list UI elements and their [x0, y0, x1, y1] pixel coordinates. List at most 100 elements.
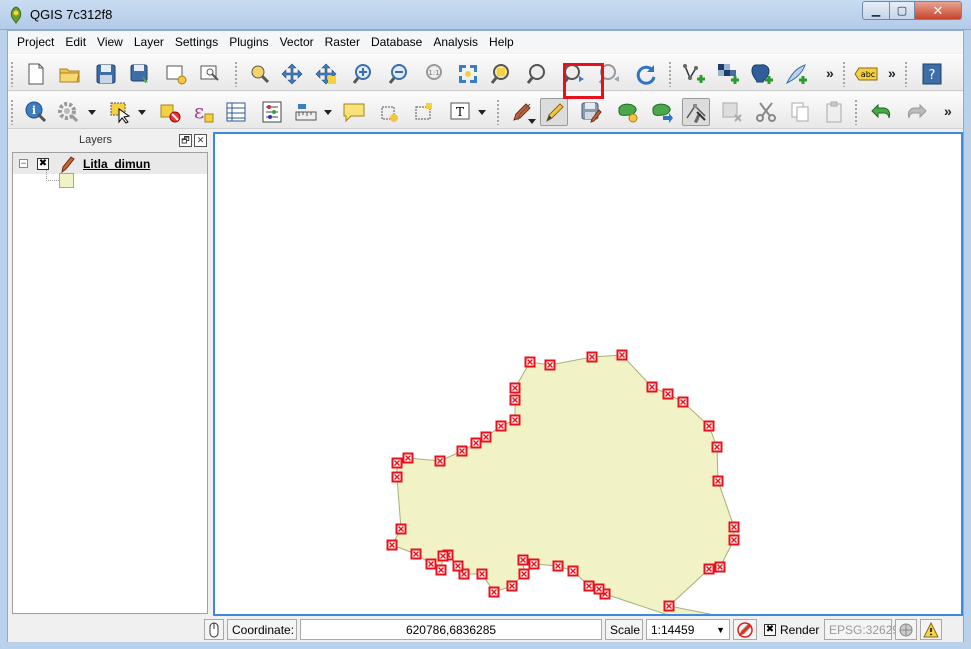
- open-attribute-table-button[interactable]: [222, 98, 250, 126]
- zoom-full-button[interactable]: [454, 60, 482, 88]
- toolbar-more-button[interactable]: »: [888, 65, 896, 81]
- zoom-last-button[interactable]: [560, 60, 588, 88]
- menu-view[interactable]: View: [92, 35, 128, 49]
- select-by-expression-button[interactable]: ε: [188, 98, 216, 126]
- vertex-marker[interactable]: [480, 431, 492, 443]
- minimize-button[interactable]: ▁: [862, 1, 890, 20]
- vertex-marker[interactable]: [593, 583, 605, 595]
- vertex-marker[interactable]: [544, 359, 556, 371]
- toolbar-grip[interactable]: [668, 61, 672, 87]
- menu-edit[interactable]: Edit: [60, 35, 91, 49]
- add-vector-layer-button[interactable]: [680, 60, 708, 88]
- vertex-marker[interactable]: [434, 455, 446, 467]
- menu-layer[interactable]: Layer: [129, 35, 169, 49]
- toolbar-grip[interactable]: [10, 99, 14, 125]
- coordinate-field[interactable]: 620786,6836285: [300, 619, 602, 640]
- vertex-marker[interactable]: [714, 561, 726, 573]
- toolbar-grip[interactable]: [904, 61, 908, 87]
- vertex-marker[interactable]: [506, 580, 518, 592]
- save-layer-edits-button[interactable]: [577, 98, 605, 126]
- stop-rendering-button[interactable]: [733, 619, 757, 640]
- toolbar-grip[interactable]: [854, 99, 858, 125]
- zoom-to-layer-button[interactable]: [524, 60, 552, 88]
- vertex-marker[interactable]: [391, 471, 403, 483]
- zoom-out-button[interactable]: [386, 60, 414, 88]
- vertex-marker[interactable]: [402, 452, 414, 464]
- vertex-marker[interactable]: [476, 568, 488, 580]
- zoom-next-button[interactable]: [596, 60, 624, 88]
- vertex-marker[interactable]: [495, 420, 507, 432]
- vertex-marker[interactable]: [509, 394, 521, 406]
- map-canvas[interactable]: [213, 132, 963, 649]
- vertex-marker[interactable]: [728, 534, 740, 546]
- vertex-marker[interactable]: [395, 523, 407, 535]
- menu-database[interactable]: Database: [366, 35, 427, 49]
- menu-plugins[interactable]: Plugins: [224, 35, 273, 49]
- messages-button[interactable]: [920, 619, 942, 640]
- add-feature-button[interactable]: [614, 98, 642, 126]
- show-bookmarks-button[interactable]: [410, 98, 438, 126]
- identify-features-button[interactable]: i: [22, 98, 50, 126]
- undo-button[interactable]: [868, 98, 896, 126]
- maximize-button[interactable]: ▢: [889, 1, 915, 20]
- refresh-button[interactable]: [632, 60, 660, 88]
- layer-name[interactable]: Litla_dimun: [83, 157, 150, 171]
- toolbar-grip[interactable]: [10, 61, 14, 87]
- zoom-to-selection-pan-button[interactable]: [312, 60, 340, 88]
- pan-to-selection-button[interactable]: [278, 60, 306, 88]
- text-annotation-button[interactable]: T: [446, 98, 474, 126]
- vertex-marker[interactable]: [425, 558, 437, 570]
- vertex-marker[interactable]: [437, 550, 449, 562]
- vertex-marker[interactable]: [391, 457, 403, 469]
- toggle-editing-button[interactable]: [540, 98, 568, 126]
- vertex-marker[interactable]: [488, 586, 500, 598]
- vertex-marker[interactable]: [552, 560, 564, 572]
- vertex-marker[interactable]: [518, 568, 530, 580]
- redo-button[interactable]: [902, 98, 930, 126]
- vertex-marker[interactable]: [703, 420, 715, 432]
- delete-selected-button[interactable]: [718, 98, 746, 126]
- select-features-dropdown[interactable]: [138, 110, 146, 115]
- zoom-actual-size-button[interactable]: 1:1: [420, 60, 448, 88]
- cut-features-button[interactable]: [752, 98, 780, 126]
- layers-tree[interactable]: − ✖ Litla_dimun: [12, 152, 208, 614]
- layer-expander[interactable]: −: [19, 159, 28, 168]
- map-drawing[interactable]: [215, 134, 961, 649]
- menu-raster[interactable]: Raster: [320, 35, 365, 49]
- menu-project[interactable]: Project: [12, 35, 59, 49]
- render-checkbox[interactable]: ✖: [764, 623, 776, 636]
- close-window-button[interactable]: ✕: [914, 1, 962, 20]
- add-raster-layer-button[interactable]: [714, 60, 742, 88]
- copy-features-button[interactable]: [786, 98, 814, 126]
- vertex-marker[interactable]: [509, 414, 521, 426]
- close-panel-button[interactable]: ✕: [194, 134, 207, 147]
- toolbar-more-button[interactable]: »: [826, 65, 834, 81]
- menu-vector[interactable]: Vector: [275, 35, 319, 49]
- add-postgis-layer-button[interactable]: [748, 60, 776, 88]
- toolbar-grip[interactable]: [842, 61, 846, 87]
- map-tips-button[interactable]: [340, 98, 368, 126]
- label-tool-button[interactable]: abc: [852, 60, 880, 88]
- composer-manager-button[interactable]: [196, 60, 224, 88]
- menu-help[interactable]: Help: [484, 35, 519, 49]
- vertex-marker[interactable]: [728, 521, 740, 533]
- vertex-marker[interactable]: [452, 560, 464, 572]
- new-project-button[interactable]: [22, 60, 50, 88]
- zoom-in-button[interactable]: [350, 60, 378, 88]
- new-bookmark-button[interactable]: [376, 98, 404, 126]
- vertex-marker[interactable]: [435, 564, 447, 576]
- vertex-marker[interactable]: [583, 580, 595, 592]
- node-tool-button[interactable]: [682, 98, 710, 126]
- measure-line-button[interactable]: [292, 98, 320, 126]
- vertex-marker[interactable]: [616, 349, 628, 361]
- vertex-marker[interactable]: [470, 437, 482, 449]
- vertex-marker[interactable]: [528, 558, 540, 570]
- vertex-marker[interactable]: [703, 563, 715, 575]
- help-button[interactable]: ?: [918, 60, 946, 88]
- vertex-marker[interactable]: [586, 351, 598, 363]
- vertex-marker[interactable]: [524, 356, 536, 368]
- toolbar-grip[interactable]: [234, 61, 238, 87]
- add-spatialite-layer-button[interactable]: [782, 60, 810, 88]
- current-edits-dropdown[interactable]: [528, 119, 536, 124]
- measure-dropdown[interactable]: [324, 110, 332, 115]
